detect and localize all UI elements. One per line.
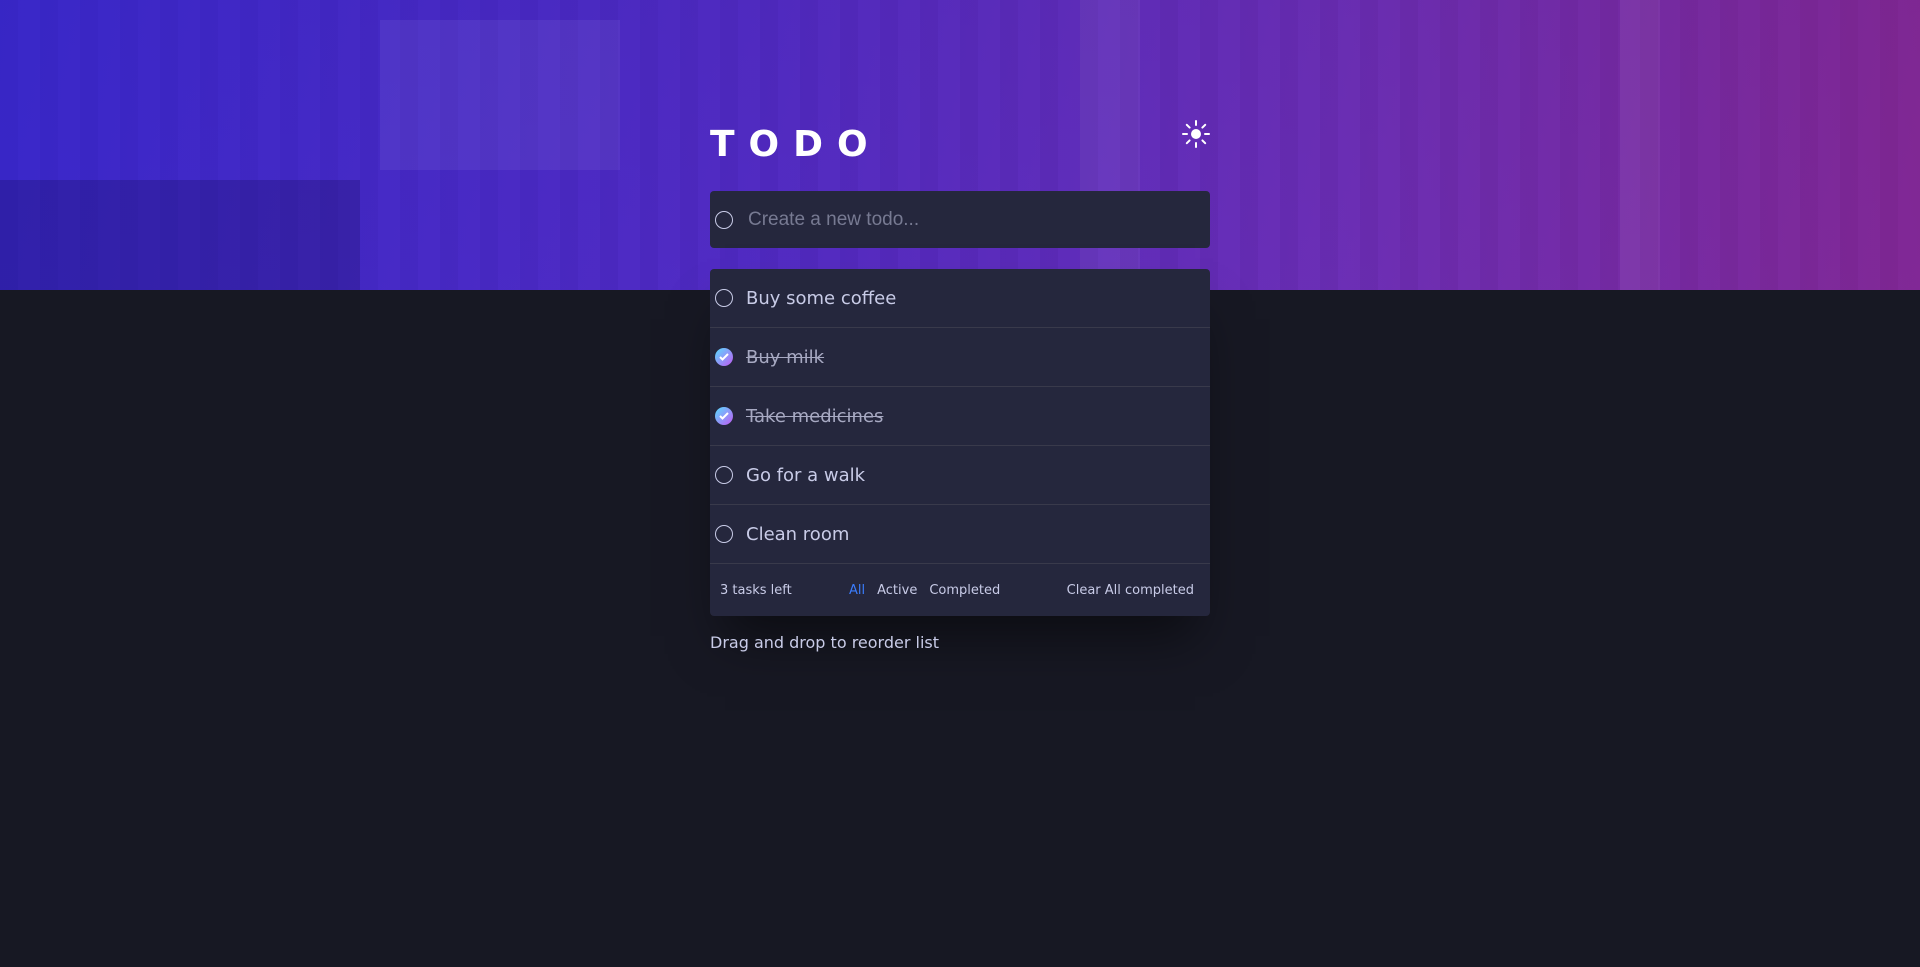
banner-image-detail [380, 20, 620, 170]
filter-active[interactable]: Active [877, 583, 917, 598]
app-title: TODO [710, 124, 882, 165]
todo-check-circle[interactable] [715, 525, 733, 543]
todo-label: Go for a walk [746, 464, 866, 486]
todo-label: Buy milk [746, 346, 825, 368]
list-footer: 3 tasks left All Active Completed Clear … [710, 564, 1210, 616]
banner-image-detail [0, 180, 360, 290]
items-left-count: 3 tasks left [720, 582, 792, 598]
todo-label: Buy some coffee [746, 287, 897, 309]
todo-label: Take medicines [746, 405, 884, 427]
header: TODO [710, 120, 1210, 190]
sun-icon[interactable] [1182, 120, 1210, 148]
checkmark-icon [719, 353, 729, 361]
filter-completed[interactable]: Completed [929, 583, 1000, 598]
todo-check-circle[interactable] [715, 407, 733, 425]
todo-check-circle[interactable] [715, 289, 733, 307]
checkmark-icon [719, 412, 729, 420]
new-todo-check-circle[interactable] [715, 210, 733, 229]
todo-item[interactable]: Take medicines [710, 387, 1210, 446]
reorder-hint: Drag and drop to reorder list [710, 633, 940, 652]
banner-image-detail [1620, 0, 1660, 290]
todo-list: Buy some coffee Buy milk Take medicines … [710, 269, 1210, 616]
clear-completed-button[interactable]: Clear All completed [1067, 583, 1194, 598]
todo-item[interactable]: Go for a walk [710, 446, 1210, 505]
new-todo-input[interactable] [746, 207, 1190, 232]
todo-check-circle[interactable] [715, 466, 733, 484]
todo-check-circle[interactable] [715, 348, 733, 366]
todo-item[interactable]: Clean room [710, 505, 1210, 564]
todo-app: TODO Buy some coffe [710, 120, 1210, 652]
filter-all[interactable]: All [849, 583, 865, 598]
todo-item[interactable]: Buy milk [710, 328, 1210, 387]
todo-item[interactable]: Buy some coffee [710, 269, 1210, 328]
new-todo-bar [710, 191, 1210, 248]
todo-label: Clean room [746, 523, 850, 545]
filter-group: All Active Completed [849, 583, 1000, 598]
